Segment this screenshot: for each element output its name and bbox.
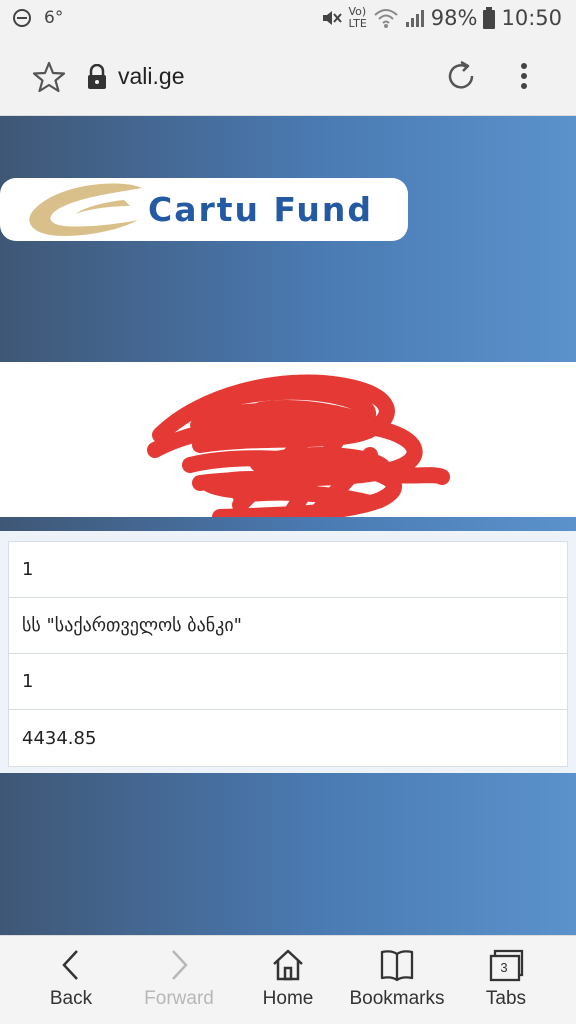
cartu-swoosh-logo <box>29 183 142 236</box>
chevron-right-icon <box>172 950 188 980</box>
back-button[interactable]: Back <box>16 948 126 1010</box>
do-not-disturb-icon <box>13 9 31 27</box>
clock: 10:50 <box>501 6 562 30</box>
forward-button[interactable]: Forward <box>124 948 234 1010</box>
results-section: 1 სს "საქართველოს ბანკი" 1 4434.85 <box>0 517 576 773</box>
table-row: სს "საქართველოს ბანკი" <box>9 598 567 654</box>
volte-label: Vo) LTE <box>348 5 367 30</box>
bookmarks-label: Bookmarks <box>349 988 445 1009</box>
bookmarks-icon <box>380 950 414 982</box>
home-label: Home <box>262 988 314 1009</box>
status-bar: 6° Vo) LTE 98% 10:50 <box>0 0 576 38</box>
cartu-fund-logo[interactable]: Cartu Fund <box>0 178 408 241</box>
mute-icon <box>323 11 343 25</box>
table-row: 1 <box>9 542 567 598</box>
forward-label: Forward <box>144 988 214 1009</box>
battery-percent: 98% <box>430 6 478 30</box>
reload-icon[interactable] <box>444 59 478 93</box>
wifi-icon <box>374 9 398 28</box>
back-label: Back <box>49 988 93 1009</box>
more-vert-icon[interactable] <box>516 60 532 94</box>
redaction-scribble <box>147 374 450 528</box>
footer-banner <box>0 773 576 935</box>
star-icon[interactable] <box>32 60 66 94</box>
home-button[interactable]: Home <box>233 948 343 1010</box>
bookmarks-button[interactable]: Bookmarks <box>342 948 452 1010</box>
chevron-left-icon <box>62 950 78 980</box>
tabs-count: 3 <box>500 960 508 975</box>
results-table: 1 სს "საქართველოს ბანკი" 1 4434.85 <box>8 541 568 767</box>
tabs-label: Tabs <box>485 988 527 1009</box>
tabs-button[interactable]: 3 Tabs <box>451 948 561 1010</box>
battery-icon <box>483 7 496 29</box>
logo-text: Cartu Fund <box>148 190 374 229</box>
temperature-label: 6° <box>44 8 64 28</box>
signal-icon <box>405 10 424 27</box>
url-text[interactable]: vali.ge <box>118 63 184 90</box>
hero-banner: Cartu Fund <box>0 116 576 362</box>
bottom-nav: Back Forward Home Bookmarks 3 Tabs <box>0 935 576 1024</box>
table-row: 4434.85 <box>22 727 97 749</box>
browser-toolbar: vali.ge <box>0 38 576 116</box>
home-icon <box>273 949 303 981</box>
lock-icon <box>88 64 106 89</box>
table-row: 1 <box>9 654 567 710</box>
